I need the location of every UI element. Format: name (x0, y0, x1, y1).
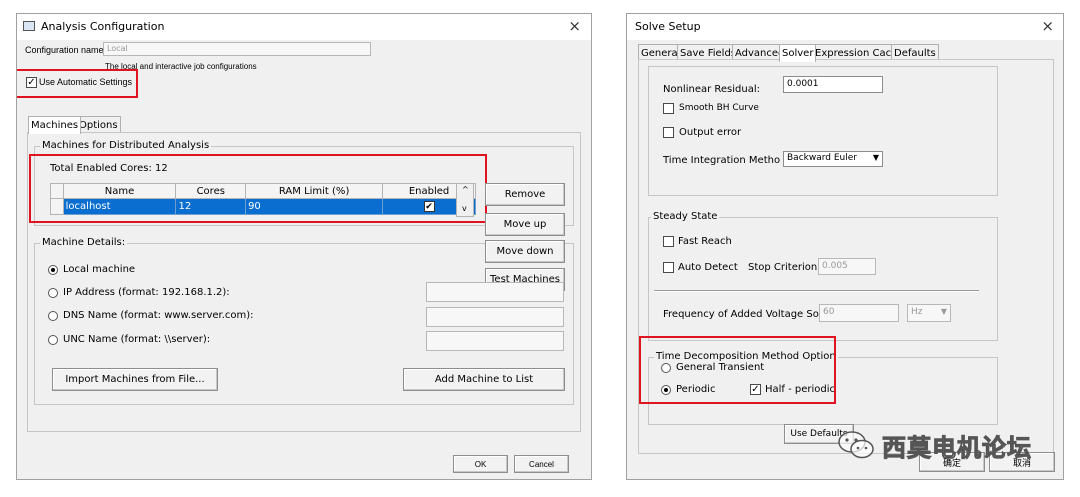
auto-detect-label: Auto Detect (678, 262, 738, 273)
ip-address-label: IP Address (format: 192.168.1.2): (63, 287, 230, 298)
tab-solver[interactable]: Solver (779, 44, 817, 62)
frequency-input[interactable]: 60 (819, 304, 899, 322)
ip-address-input[interactable] (426, 282, 564, 302)
unc-name-label: UNC Name (format: \\server): (63, 334, 211, 345)
output-error-checkbox[interactable] (663, 127, 674, 138)
fast-reach-label: Fast Reach (678, 236, 732, 247)
fast-reach-checkbox[interactable] (663, 236, 674, 247)
app-icon (23, 21, 35, 31)
machine-details-label: Machine Details: (40, 237, 128, 249)
close-icon[interactable]: × (1041, 17, 1054, 35)
config-name-input[interactable]: Local (103, 42, 371, 56)
analysis-configuration-dialog: Analysis Configuration × Configuration n… (16, 13, 592, 480)
local-machine-radio[interactable] (48, 265, 58, 275)
frequency-unit-value: Hz (911, 307, 923, 317)
machines-group-label: Machines for Distributed Analysis (40, 140, 212, 152)
steady-state-label: Steady State (651, 211, 720, 223)
wechat-icon (838, 431, 874, 459)
dns-name-radio[interactable] (48, 311, 58, 321)
watermark-text: 西莫电机论坛 (882, 433, 1032, 462)
output-error-label: Output error (679, 127, 742, 138)
stop-criterion-input[interactable]: 0.005 (818, 258, 876, 275)
smooth-bh-checkbox[interactable] (663, 103, 674, 114)
add-machine-button[interactable]: Add Machine to List (403, 368, 565, 391)
local-machine-label: Local machine (63, 264, 136, 275)
solve-setup-dialog: Solve Setup × General Save Fields Advanc… (626, 13, 1064, 480)
time-integration-label: Time Integration Metho (663, 155, 781, 166)
solve-title: Solve Setup (635, 20, 701, 33)
solve-titlebar: Solve Setup × (627, 14, 1063, 40)
time-integration-value: Backward Euler (787, 153, 857, 163)
frequency-unit-select[interactable]: Hz ▼ (907, 304, 951, 322)
analysis-titlebar: Analysis Configuration × (17, 14, 591, 40)
ip-address-radio[interactable] (48, 288, 58, 298)
frequency-label: Frequency of Added Voltage Source (663, 309, 841, 320)
dropdown-arrow-icon[interactable]: ▼ (873, 153, 879, 162)
auto-detect-checkbox[interactable] (663, 262, 674, 273)
time-integration-select[interactable]: Backward Euler ▼ (783, 151, 883, 167)
dns-name-input[interactable] (426, 307, 564, 327)
cancel-button[interactable]: Cancel (514, 455, 569, 473)
stop-criterion-label: Stop Criterion: (748, 262, 821, 273)
smooth-bh-label: Smooth BH Curve (679, 103, 759, 113)
dns-name-label: DNS Name (format: www.server.com): (63, 310, 254, 321)
move-up-button[interactable]: Move up (485, 213, 565, 236)
unc-name-radio[interactable] (48, 335, 58, 345)
move-down-button[interactable]: Move down (485, 240, 565, 263)
import-machines-button[interactable]: Import Machines from File... (52, 368, 218, 391)
config-name-label: Configuration name: (25, 45, 107, 55)
highlight-machines-table (29, 154, 487, 223)
nonlinear-residual-input[interactable]: 0.0001 (783, 76, 883, 93)
unc-name-input[interactable] (426, 331, 564, 351)
analysis-title: Analysis Configuration (41, 20, 165, 33)
remove-button[interactable]: Remove (485, 183, 565, 206)
highlight-tdm-group (639, 336, 836, 404)
dropdown-arrow-icon[interactable]: ▼ (941, 307, 947, 316)
ok-button[interactable]: OK (453, 455, 508, 473)
close-icon[interactable]: × (568, 17, 581, 35)
tab-machines[interactable]: Machines (28, 116, 82, 134)
highlight-auto-settings (17, 69, 138, 98)
watermark: 西莫电机论坛 (836, 425, 1051, 465)
nonlinear-residual-label: Nonlinear Residual: (663, 84, 761, 95)
steady-separator (654, 290, 979, 292)
